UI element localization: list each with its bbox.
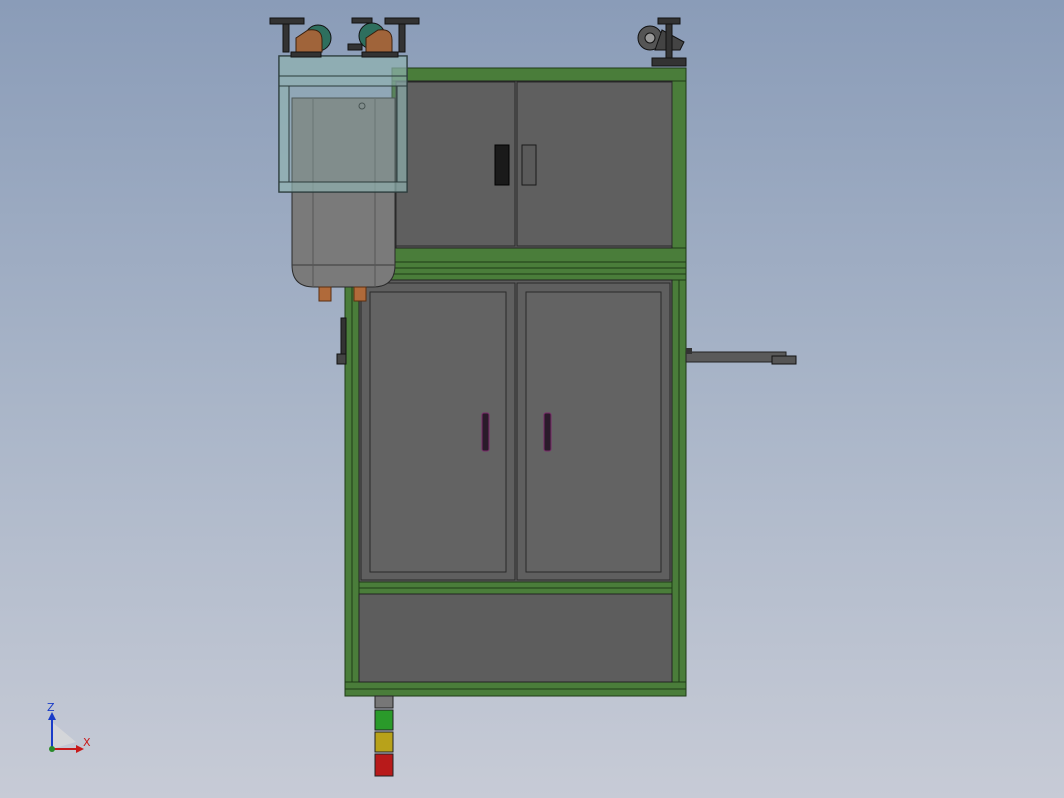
stack-light-yellow (374, 731, 394, 753)
right-door-handle[interactable] (543, 412, 552, 452)
upper-cabinet (391, 67, 687, 269)
x-axis-label: X (83, 736, 91, 749)
z-axis-label: Z (47, 701, 55, 714)
upper-bottom-rail (391, 247, 687, 263)
stack-light-green (374, 709, 394, 731)
lower-cabinet (344, 267, 687, 697)
stack-light (374, 695, 394, 777)
left-door-handle[interactable] (481, 412, 490, 452)
caster-wheel-icon (347, 17, 420, 58)
cad-viewport[interactable]: Z X (0, 0, 1064, 798)
caster-wheel-icon (637, 17, 687, 67)
glass-frame (278, 55, 408, 193)
caster-wheel-icon (269, 17, 332, 58)
upper-latch-dark[interactable] (494, 144, 510, 186)
stack-light-red (374, 753, 394, 777)
upper-latch-light[interactable] (521, 144, 537, 186)
side-arm[interactable] (685, 348, 797, 365)
upper-top-rail (391, 67, 687, 82)
machine-drawing: Z X (47, 17, 797, 777)
side-bracket (336, 317, 347, 365)
upper-right-door[interactable] (516, 81, 673, 247)
axis-triad-icon[interactable]: Z X (47, 701, 91, 753)
upper-right-post (671, 67, 687, 265)
bottom-panel (358, 593, 673, 683)
